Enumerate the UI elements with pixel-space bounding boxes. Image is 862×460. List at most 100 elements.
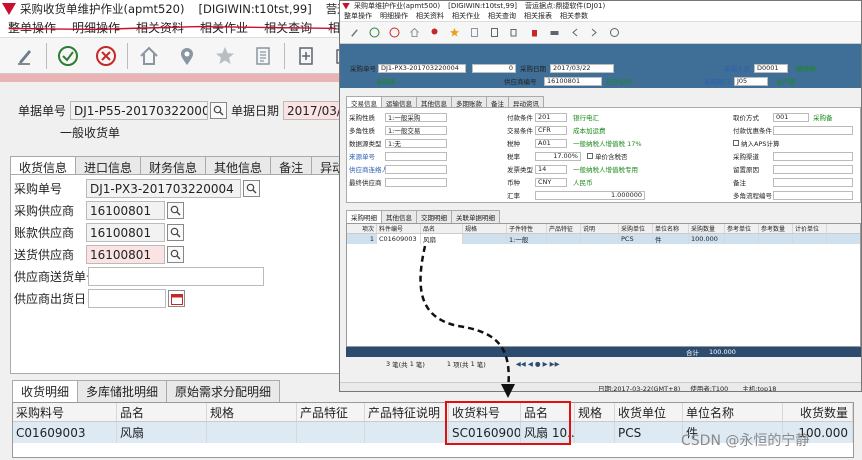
ov-col-feature[interactable]: 产品特征 [547, 224, 581, 233]
delivery-vendor-field[interactable]: 16100801 [86, 245, 165, 264]
list-icon[interactable] [251, 44, 275, 68]
col-receipt-spec[interactable]: 规格 [575, 403, 615, 421]
ov-left-label[interactable]: 供应商连络人 [349, 164, 388, 174]
ov-location-pin-icon[interactable] [428, 27, 440, 39]
cell-receipt-unit[interactable]: PCS [615, 422, 683, 443]
ov-col-desc[interactable]: 说明 [581, 224, 619, 233]
ov-pager-nav-icon[interactable]: ◀◀ ◀ ● ▶ ▶▶ [516, 360, 560, 368]
menu-item-whole-doc[interactable]: 整单操作 [8, 19, 56, 36]
col-spec[interactable]: 规格 [207, 403, 297, 421]
ov-cancel-icon[interactable] [388, 27, 400, 39]
ov-menu-detail[interactable]: 明细操作 [380, 11, 408, 21]
col-receipt-unit[interactable]: 收货单位 [615, 403, 683, 421]
ov-right-field[interactable] [773, 125, 853, 135]
location-pin-icon[interactable] [175, 44, 199, 68]
ov-col-ref-qty[interactable]: 参考数量 [759, 224, 793, 233]
col-unit-name[interactable]: 单位名称 [683, 403, 783, 421]
ov-mid-field[interactable]: CNY [535, 177, 567, 187]
ov-aps-checkbox[interactable] [733, 140, 739, 146]
col-feature-desc[interactable]: 产品特征说明 [365, 403, 449, 421]
ov-star-icon[interactable] [448, 27, 460, 39]
col-po-item[interactable]: 采购料号 [13, 403, 117, 421]
ov-nav-first-icon[interactable] [568, 27, 580, 39]
ov-po-field[interactable]: DJ1-PX3-201703220004 [378, 63, 466, 73]
edit-pen-icon[interactable] [13, 44, 37, 68]
ov-date-field[interactable]: 2017/03/22 [550, 63, 614, 73]
tab-receipt-detail[interactable]: 收货明细 [12, 380, 79, 402]
vendor-ship-date-field[interactable] [88, 289, 166, 308]
ov-cell-seq[interactable]: 1 [347, 234, 377, 244]
ov-col-spec[interactable]: 规格 [463, 224, 507, 233]
tab-multi-location-detail[interactable]: 多库储批明细 [77, 380, 168, 402]
ov-col-sub-type[interactable]: 子件特性 [507, 224, 547, 233]
tab-demand-allocation-detail[interactable]: 原始需求分配明细 [166, 380, 281, 402]
cell-receipt-item[interactable]: SC01609003 [449, 422, 521, 443]
ov-edit-icon[interactable] [348, 27, 360, 39]
ov-col-unit[interactable]: 采购单位 [619, 224, 653, 233]
ov-cell-ref-qty[interactable] [759, 234, 793, 244]
ov-mid-field[interactable]: 201 [535, 112, 567, 122]
ov-right-field[interactable] [773, 164, 853, 174]
ov-cell-price-unit[interactable] [793, 234, 827, 244]
ov-tax-incl-checkbox[interactable] [587, 153, 593, 159]
ov-mid-field[interactable]: 14 [535, 164, 567, 174]
ov-mid-field[interactable]: 17.00% [535, 151, 581, 161]
menu-item-detail[interactable]: 明细操作 [72, 19, 120, 36]
ov-home-icon[interactable] [408, 27, 420, 39]
ov-left-field[interactable]: 1:一般采购 [385, 112, 447, 122]
ov-col-unit-name[interactable]: 单位名称 [653, 224, 689, 233]
col-receipt-qty[interactable]: 收货数量 [783, 403, 853, 421]
billing-vendor-field[interactable]: 16100801 [86, 223, 165, 242]
favorite-star-icon[interactable] [213, 44, 237, 68]
ov-delete-icon[interactable] [528, 27, 540, 39]
menu-item-jobs[interactable]: 相关作业 [200, 19, 248, 36]
ov-cell-ref-unit[interactable] [725, 234, 759, 244]
new-document-icon[interactable] [294, 44, 318, 68]
ov-right-field[interactable] [773, 177, 853, 187]
ov-left-field[interactable] [385, 151, 447, 161]
cell-name[interactable]: 风扇 [117, 422, 207, 443]
ov-tab-po-detail[interactable]: 采购明细 [346, 210, 382, 223]
col-receipt-name[interactable]: 品名 [521, 403, 575, 421]
ov-cell-desc[interactable] [581, 234, 619, 244]
home-icon[interactable] [137, 44, 161, 68]
po-no-lookup-icon[interactable] [243, 180, 260, 197]
ov-cell-unit-name[interactable]: 件 [653, 234, 689, 244]
ov-mid-field[interactable]: CFR [535, 125, 567, 135]
ov-dept-label[interactable]: 采购部门 [704, 76, 734, 86]
cell-po-item[interactable]: C01609003 [13, 422, 117, 443]
ov-copy-icon[interactable] [508, 27, 520, 39]
cancel-x-icon[interactable] [94, 44, 118, 68]
ov-cell-item[interactable]: C01609003 [377, 234, 421, 244]
ov-mid-field[interactable]: A01 [535, 138, 567, 148]
col-feature[interactable]: 产品特征 [297, 403, 365, 421]
ov-help-icon[interactable] [608, 27, 620, 39]
ov-version-field[interactable]: 0 [472, 63, 516, 73]
ov-menu-query[interactable]: 相关查询 [488, 11, 516, 21]
ov-menu-params[interactable]: 相关参数 [560, 11, 588, 21]
ov-mid-field[interactable]: 1.000000 [535, 190, 645, 200]
ov-new-icon[interactable] [488, 27, 500, 39]
cell-receipt-spec[interactable] [575, 422, 615, 443]
billing-vendor-lookup-icon[interactable] [167, 224, 184, 241]
ov-col-ref-unit[interactable]: 参考单位 [725, 224, 759, 233]
ov-left-field[interactable] [385, 164, 447, 174]
ov-left-label[interactable]: 来源单号 [349, 151, 385, 161]
ov-col-price-unit[interactable]: 计价单位 [793, 224, 827, 233]
cell-receipt-name[interactable]: 风扇 10... [521, 422, 575, 443]
ov-buyer-label[interactable]: 采购人员 [724, 63, 754, 73]
po-no-field[interactable]: DJ1-PX3-201703220004 [86, 179, 241, 198]
ov-right-field[interactable] [773, 151, 853, 161]
ov-left-field[interactable]: 1:无 [385, 138, 447, 148]
confirm-check-icon[interactable] [56, 44, 80, 68]
ov-cell-name[interactable]: 风扇 [421, 234, 463, 244]
vendor-delivery-no-field[interactable] [88, 267, 264, 286]
ov-cell-feature[interactable] [547, 234, 581, 244]
ov-menu-whole-doc[interactable]: 整单操作 [344, 11, 372, 21]
ov-col-seq[interactable]: 项次 [347, 224, 377, 233]
ov-menu-data[interactable]: 相关资料 [416, 11, 444, 21]
delivery-vendor-lookup-icon[interactable] [167, 246, 184, 263]
ov-tab-related-docs[interactable]: 关联单据明细 [451, 210, 500, 223]
ov-menu-reports[interactable]: 相关报表 [524, 11, 552, 21]
ov-right-field[interactable]: 001 [773, 112, 809, 122]
